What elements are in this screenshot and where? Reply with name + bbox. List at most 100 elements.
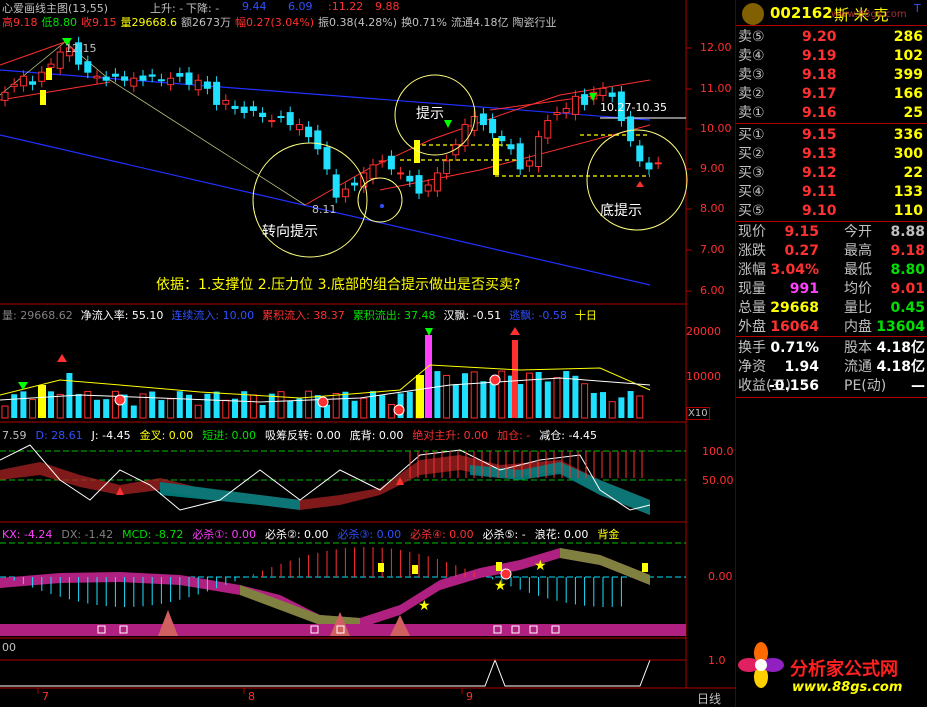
buy-row-4[interactable]: 买④ 9.11 133 [736, 183, 927, 202]
candle-body [259, 112, 267, 118]
candle-body [194, 79, 202, 91]
volume-bar [462, 373, 468, 418]
sell-row-4[interactable]: 卖④ 9.19 102 [736, 47, 927, 66]
price-low-label: 8.11 [312, 203, 337, 216]
candle-body [121, 76, 129, 81]
stat2-row-0: 换手 0.71% 股本 4.18亿 [736, 339, 927, 358]
volume-bar [351, 400, 358, 418]
volume-bar [75, 394, 82, 418]
price-tick-2: 10.00 [700, 122, 732, 135]
kdj-label-5: 吸筹反转: 0.00 [265, 429, 341, 442]
sell-row-3[interactable]: 卖③ 9.18 399 [736, 66, 927, 85]
stat-row-5-v1: 16064 [770, 319, 819, 335]
stat-row-3-v2: 9.01 [890, 281, 925, 297]
stat-8: 流通4.18亿 [451, 16, 509, 29]
value-2: 6.09 [288, 0, 313, 13]
quote-divider [736, 336, 927, 337]
stat-row-1-v2: 9.18 [890, 243, 925, 259]
stat2-row-0-l2: 股本 [844, 340, 872, 356]
volume-bar [627, 391, 634, 418]
volume-spike [425, 335, 432, 418]
candle-body [93, 75, 101, 79]
flower-logo-icon [736, 640, 786, 690]
candle-body [415, 175, 423, 194]
buy-row-1[interactable]: 买① 9.15 336 [736, 126, 927, 145]
candle-body [323, 147, 331, 170]
buy-row-5[interactable]: 买⑤ 9.10 110 [736, 202, 927, 221]
vol-label-2: 连续流入: 10.00 [171, 309, 255, 322]
volume-bar [259, 404, 266, 418]
candle-body [29, 81, 37, 85]
stat-row-4-l2: 量比 [844, 300, 872, 316]
volume-bar [379, 395, 386, 418]
buy-row-2[interactable]: 买② 9.13 300 [736, 145, 927, 164]
stat-row-1-l2: 最高 [844, 243, 872, 259]
buy-row-1-volume: 336 [893, 127, 923, 143]
buy-row-3-label: 买③ [738, 165, 765, 181]
signal-bar [40, 90, 46, 105]
stat-row-2-v2: 8.80 [890, 262, 925, 278]
quote-divider [736, 25, 927, 26]
candle-body [231, 105, 239, 109]
candle-body [645, 162, 653, 170]
volume-bar [130, 405, 137, 418]
price-tick-1: 11.00 [700, 82, 732, 95]
stat2-row-1: 净资 1.94 流通 4.18亿 [736, 358, 927, 377]
volume-bar [94, 399, 100, 418]
candle-body [351, 182, 359, 186]
candle-body [535, 136, 543, 167]
period-label[interactable]: 日线 [697, 690, 721, 707]
candle-body [608, 92, 616, 97]
price-tick-3: 9.00 [700, 162, 725, 175]
buy-row-3-volume: 22 [903, 165, 923, 181]
sell-row-1-volume: 25 [903, 105, 923, 121]
value-4: 9.88 [375, 0, 400, 13]
buy-row-5-price: 9.10 [802, 203, 837, 219]
kdj-tick-1: 50.00 [702, 474, 734, 487]
macd-label-5: 必杀③: 0.00 [337, 528, 402, 541]
candle-body [341, 188, 349, 198]
candle-body [157, 79, 165, 82]
quote-divider [736, 397, 927, 398]
stat2-row-1-v2: 4.18亿 [876, 359, 925, 375]
stat-6: 振0.38(4.28%) [318, 16, 398, 29]
stat-3: 量29668.6 [120, 16, 178, 29]
value-1: 9.44 [242, 0, 267, 13]
volume-bar [370, 391, 376, 418]
stat-row-0-v1: 9.15 [784, 224, 819, 240]
volume-bar [176, 391, 183, 418]
logo-url: www.88gs.com [792, 680, 903, 695]
candle-body [452, 144, 460, 156]
sell-row-5[interactable]: 卖⑤ 9.20 286 [736, 28, 927, 47]
date-label-2: 9 [466, 690, 473, 703]
candle-body [84, 61, 92, 73]
stat-row-5-l2: 内盘 [844, 319, 872, 335]
candle-body [130, 77, 138, 87]
sell-row-5-label: 卖⑤ [738, 29, 765, 45]
stat-row-3-l2: 均价 [844, 281, 872, 297]
buy-row-2-volume: 300 [893, 146, 923, 162]
price-tick-5: 7.00 [700, 243, 725, 256]
buy-row-3[interactable]: 买③ 9.12 22 [736, 164, 927, 183]
sell-row-3-volume: 399 [893, 67, 923, 83]
star-icon: ★ [418, 598, 431, 614]
candle-body [240, 106, 248, 113]
sell-row-1[interactable]: 卖① 9.16 25 [736, 104, 927, 123]
question-text: 依据：1.支撑位 2.压力位 3.底部的组合提示做出是否买卖? [156, 277, 521, 293]
value-3: :11.22 [328, 0, 364, 13]
volume-ball-icon [317, 396, 329, 408]
stat-row-5-l1: 外盘 [738, 319, 766, 335]
sell-row-5-volume: 286 [893, 29, 923, 45]
stat2-row-1-v1: 1.94 [784, 359, 819, 375]
candle-body [443, 160, 451, 174]
stat-row-3: 现量 991 均价 9.01 [736, 280, 927, 299]
buy-row-4-label: 买④ [738, 184, 765, 200]
candle-body [213, 81, 221, 105]
stat-row-5: 外盘 16064 内盘 13604 [736, 318, 927, 337]
buy-row-4-volume: 133 [893, 184, 923, 200]
candle-body [10, 83, 18, 87]
stat-row-2-l1: 涨幅 [738, 262, 766, 278]
sell-row-2[interactable]: 卖② 9.17 166 [736, 85, 927, 104]
kdj-label-1: D: 28.61 [35, 429, 83, 442]
buy-row-5-volume: 110 [893, 203, 923, 219]
